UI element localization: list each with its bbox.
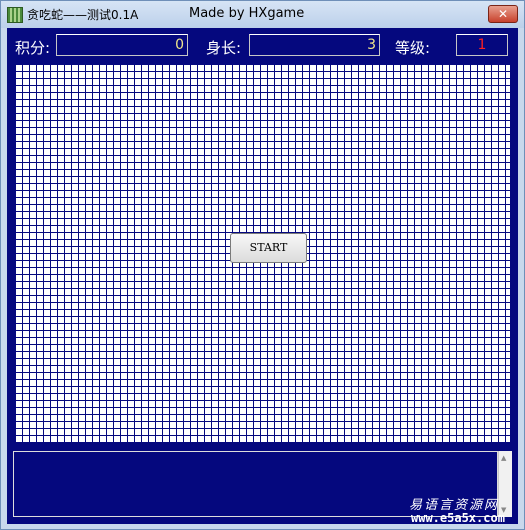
level-label: 等级:: [395, 39, 431, 57]
snake-app-icon: [7, 7, 23, 23]
close-button[interactable]: ✕: [488, 5, 518, 23]
log-scrollbar[interactable]: ▲ ▼: [498, 451, 512, 517]
window-title: 贪吃蛇——测试0.1A: [27, 8, 139, 22]
game-client-area: 积分: 0 身长: 3 等级: 1 START ▲ ▼ 易语言资源网 www.e…: [7, 28, 518, 525]
game-board[interactable]: START: [14, 63, 511, 443]
start-button[interactable]: START: [230, 233, 307, 263]
window-credit: Made by HXgame: [189, 6, 305, 21]
score-label: 积分:: [15, 39, 51, 57]
level-field: 1: [456, 34, 508, 56]
watermark-url: www.e5a5x.com: [411, 511, 505, 525]
game-window: 贪吃蛇——测试0.1A Made by HXgame ✕ 积分: 0 身长: 3…: [0, 0, 525, 530]
close-icon: ✕: [497, 7, 509, 21]
length-field: 3: [249, 34, 380, 56]
scroll-up-icon[interactable]: ▲: [501, 454, 506, 462]
title-bar[interactable]: 贪吃蛇——测试0.1A Made by HXgame ✕: [1, 1, 524, 28]
score-field: 0: [56, 34, 188, 56]
length-label: 身长:: [206, 39, 242, 57]
